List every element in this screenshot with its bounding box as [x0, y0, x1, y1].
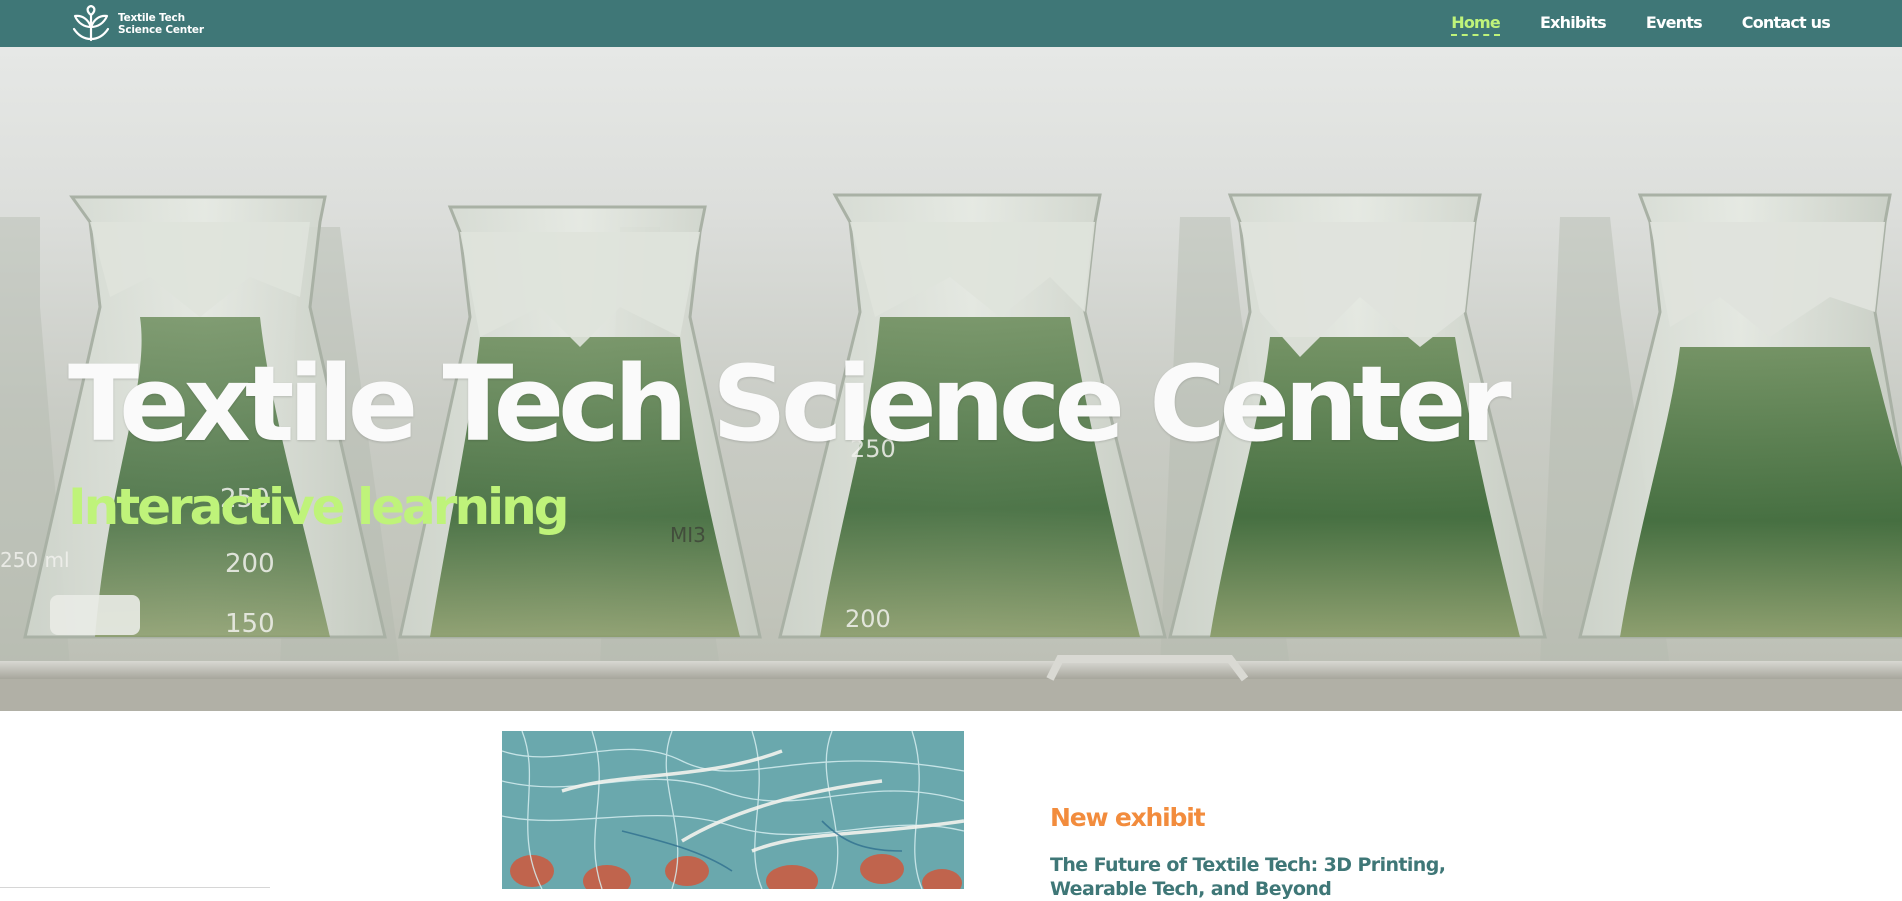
- site-logo-text: Textile Tech Science Center: [118, 12, 204, 36]
- divider-line: [0, 887, 270, 888]
- logo-text-line-2: Science Center: [118, 24, 204, 36]
- fishing-net-image: [502, 731, 964, 889]
- nav-link-events[interactable]: Events: [1646, 13, 1703, 36]
- nav-link-home[interactable]: Home: [1451, 13, 1501, 36]
- hero-title: Textile Tech Science Center: [68, 343, 1512, 465]
- flask-marking-200-right: 200: [845, 605, 891, 633]
- new-exhibit-section: New exhibit The Future of Textile Tech: …: [0, 711, 1902, 900]
- hero-subtitle: Interactive learning: [68, 478, 570, 536]
- exhibit-label: New exhibit: [1050, 803, 1206, 832]
- main-nav: Home Exhibits Events Contact us: [1451, 13, 1831, 36]
- logo-text-line-1: Textile Tech: [118, 12, 185, 24]
- exhibit-title[interactable]: The Future of Textile Tech: 3D Printing,…: [1050, 853, 1450, 901]
- exhibit-image[interactable]: [502, 731, 964, 889]
- flask-marking-volume: 250 ml: [0, 548, 70, 572]
- site-logo[interactable]: Textile Tech Science Center: [70, 5, 204, 43]
- flask-marking-200: 200: [225, 549, 275, 579]
- nav-link-contact-us[interactable]: Contact us: [1742, 13, 1831, 36]
- top-navigation-bar: Textile Tech Science Center Home Exhibit…: [0, 0, 1902, 47]
- nav-link-exhibits[interactable]: Exhibits: [1540, 13, 1607, 36]
- svg-text:MI3: MI3: [670, 523, 706, 547]
- hero-banner: MI3 250 ml 250 200 150 250 200 Textile T…: [0, 47, 1902, 711]
- sprout-leaves-icon: [72, 5, 110, 42]
- flask-marking-150: 150: [225, 609, 275, 639]
